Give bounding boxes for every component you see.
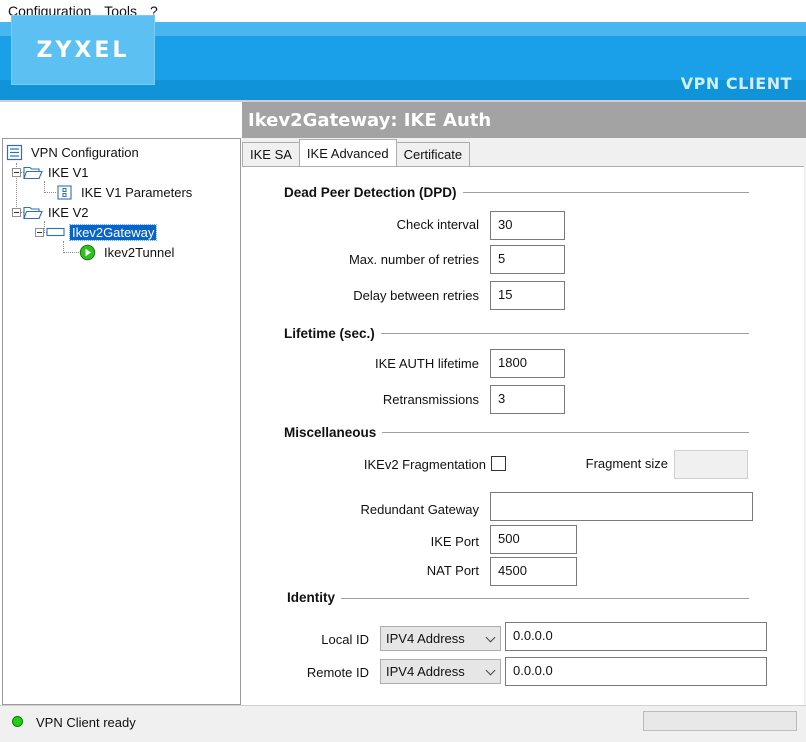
local-id-type-value: IPV4 Address [386, 631, 465, 646]
retransmissions-input[interactable]: 3 [490, 385, 565, 414]
tree-label: IKE V1 Parameters [81, 184, 193, 200]
max-retries-label: Max. number of retries [348, 252, 479, 267]
status-bar: VPN Client ready [0, 705, 806, 742]
miscellaneous-section-title: Miscellaneous [284, 425, 383, 440]
tree-item-ikev2-tunnel[interactable]: Ikev2Tunnel [79, 243, 176, 261]
panel-header: Ikev2Gateway: IKE Auth [242, 102, 806, 138]
tab-ike-advanced[interactable]: IKE Advanced [298, 139, 397, 166]
collapse-toggle-icon[interactable] [12, 167, 21, 177]
tree-label: IKE V2 [48, 204, 89, 220]
parameters-icon [57, 184, 72, 200]
panel-title: Ikev2Gateway: IKE Auth [248, 109, 492, 131]
identity-section-title: Identity [287, 590, 342, 605]
tab-panel-ike-advanced: Dead Peer Detection (DPD) Check interval… [242, 166, 804, 705]
remote-id-type-value: IPV4 Address [386, 664, 465, 679]
folder-open-icon [23, 206, 43, 219]
tree-item-ike-v1[interactable]: IKE V1 [12, 163, 90, 181]
delay-between-retries-input[interactable]: 15 [490, 281, 565, 310]
redundant-gateway-label: Redundant Gateway [360, 502, 479, 517]
fragment-size-label: Fragment size [585, 456, 668, 471]
configuration-icon [6, 144, 23, 160]
nat-port-input[interactable]: 4500 [490, 557, 577, 586]
tab-ike-sa[interactable]: IKE SA [242, 142, 300, 166]
check-interval-label: Check interval [396, 217, 479, 232]
tree-item-vpn-configuration[interactable]: VPN Configuration [6, 143, 141, 161]
remote-id-label: Remote ID [306, 665, 369, 680]
ike-port-label: IKE Port [430, 534, 479, 549]
tree-item-ike-v2[interactable]: IKE V2 [12, 203, 90, 221]
delay-between-retries-label: Delay between retries [353, 288, 479, 303]
retransmissions-label: Retransmissions [382, 392, 479, 407]
gateway-icon [46, 227, 65, 237]
tree-item-ike-v1-parameters[interactable]: IKE V1 Parameters [57, 183, 194, 201]
tree-item-ikev2-gateway[interactable]: Ikev2Gateway [35, 223, 158, 241]
config-tree: VPN Configuration IKE V1 IKE V1 Paramete… [2, 138, 241, 705]
max-retries-input[interactable]: 5 [490, 245, 565, 274]
status-indicator-icon [12, 716, 23, 727]
zyxel-logo: ZYXEL [11, 15, 155, 85]
tab-strip: IKE SA IKE Advanced Certificate [242, 139, 471, 166]
remote-id-type-select[interactable]: IPV4 Address [380, 659, 501, 684]
fragment-size-input[interactable] [674, 450, 748, 479]
ike-auth-lifetime-label: IKE AUTH lifetime [374, 356, 479, 371]
remote-id-input[interactable]: 0.0.0.0 [505, 657, 767, 686]
collapse-toggle-icon[interactable] [35, 227, 44, 237]
ikev2-fragmentation-checkbox[interactable] [491, 456, 506, 471]
tree-label: Ikev2Gateway [68, 223, 158, 241]
status-text: VPN Client ready [36, 715, 136, 730]
folder-open-icon [23, 166, 43, 179]
redundant-gateway-input[interactable] [490, 492, 753, 521]
section-divider [287, 598, 749, 599]
status-panel [643, 711, 797, 731]
chevron-down-icon [485, 632, 496, 643]
tree-label: Ikev2Tunnel [104, 244, 175, 260]
dpd-section-title: Dead Peer Detection (DPD) [284, 185, 463, 200]
local-id-type-select[interactable]: IPV4 Address [380, 626, 501, 651]
collapse-toggle-icon[interactable] [12, 207, 21, 217]
ike-port-input[interactable]: 500 [490, 525, 577, 554]
nat-port-label: NAT Port [426, 563, 479, 578]
tunnel-play-icon [79, 244, 96, 260]
tab-certificate[interactable]: Certificate [395, 142, 471, 166]
logo-text: ZYXEL [36, 37, 130, 63]
chevron-down-icon [485, 665, 496, 676]
check-interval-input[interactable]: 30 [490, 211, 565, 240]
lifetime-section-title: Lifetime (sec.) [284, 326, 381, 341]
tree-label: IKE V1 [48, 164, 89, 180]
tree-label: VPN Configuration [31, 144, 139, 160]
local-id-input[interactable]: 0.0.0.0 [505, 622, 767, 651]
local-id-label: Local ID [321, 632, 369, 647]
product-name: VPN CLIENT [680, 74, 792, 93]
ikev2-fragmentation-label: IKEv2 Fragmentation [363, 457, 486, 472]
ike-auth-lifetime-input[interactable]: 1800 [490, 349, 565, 378]
